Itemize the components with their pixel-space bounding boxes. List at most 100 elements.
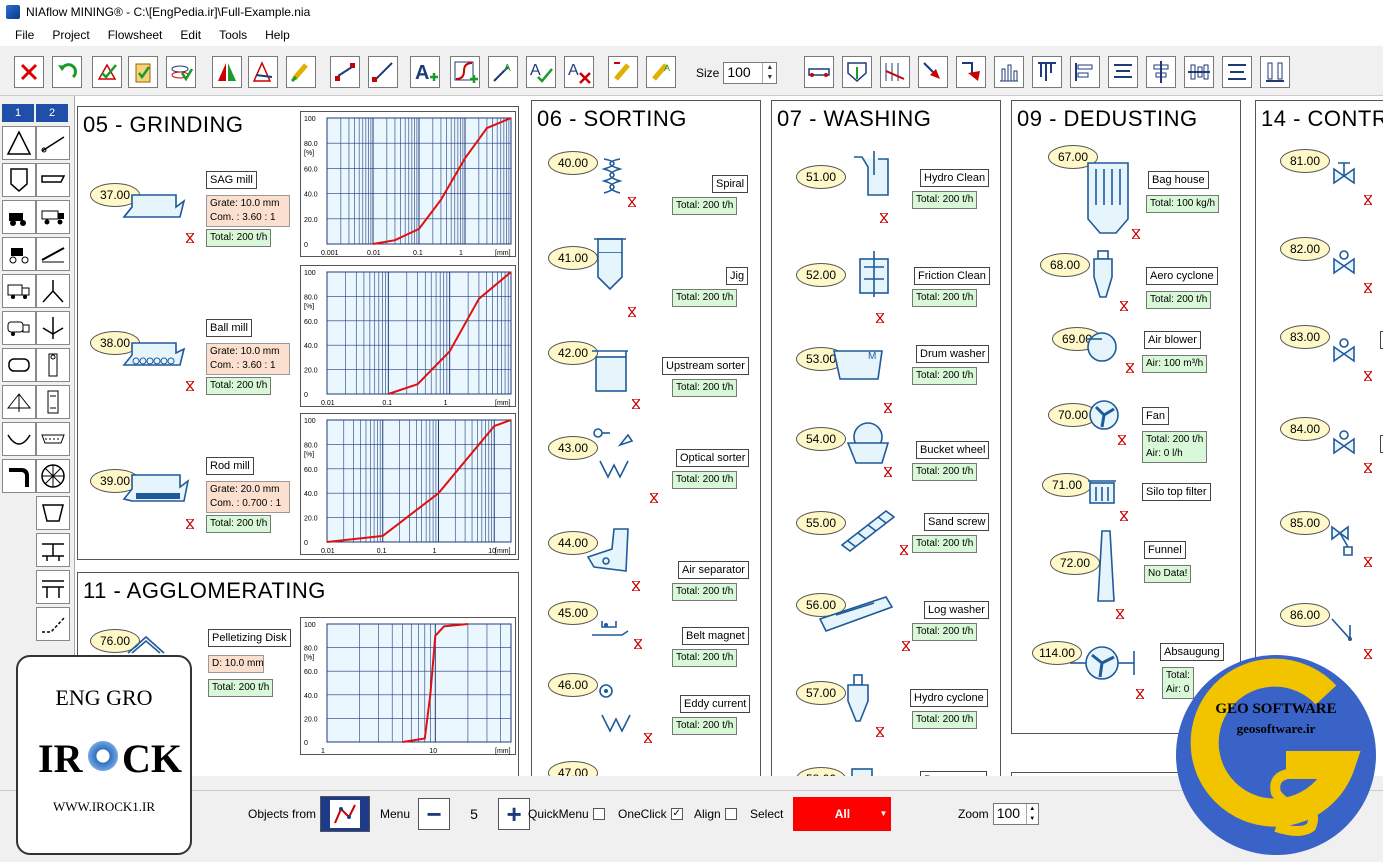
equipment-number[interactable]: 84.00	[1280, 417, 1330, 441]
equipment-total[interactable]: Total: 200 t/h	[912, 711, 978, 729]
equipment-total[interactable]: Total: 200 t/h	[672, 379, 738, 397]
brush-button[interactable]	[286, 56, 316, 88]
comb-button[interactable]	[1032, 56, 1062, 88]
equipment-number[interactable]: 85.00	[1280, 511, 1330, 535]
truck-tool[interactable]	[2, 274, 36, 308]
quickmenu-checkbox[interactable]	[592, 808, 605, 820]
equipment-name[interactable]: Jig	[726, 267, 749, 285]
sorting-panel[interactable]: 06 - SORTING 40.00 Spiral Total: 200 t/h 41.…	[531, 100, 761, 776]
beam-tool[interactable]	[36, 533, 70, 567]
loader-tool[interactable]	[2, 237, 36, 271]
aero-cyclone-icon[interactable]	[1092, 249, 1116, 301]
equipment-total[interactable]: Total: 200 t/h	[672, 717, 738, 735]
air-blower-icon[interactable]	[1084, 329, 1118, 363]
jig-icon[interactable]	[590, 237, 630, 293]
menu-flowsheet[interactable]: Flowsheet	[108, 28, 163, 42]
spiral-icon[interactable]	[594, 155, 634, 195]
line-button[interactable]	[368, 56, 398, 88]
grinding-panel[interactable]: 05 - GRINDING 37.00 SAG mill Grate: 10.0 mm…	[77, 106, 519, 560]
stack-check-button[interactable]	[166, 56, 196, 88]
silo-top-filter-icon[interactable]	[1086, 475, 1118, 505]
menu-project[interactable]: Project	[52, 28, 89, 42]
gantry-tool[interactable]	[36, 570, 70, 604]
equipment-name[interactable]: Funnel	[1144, 541, 1186, 559]
pump-sump-icon[interactable]	[846, 767, 876, 776]
equipment-total[interactable]: Air: 100 m³/h	[1142, 355, 1208, 373]
gate-icon[interactable]	[1330, 615, 1358, 649]
equipment-name[interactable]: Pump sump	[920, 771, 987, 776]
arrow-redo-button[interactable]	[956, 56, 986, 88]
distribute-v-button[interactable]	[1260, 56, 1290, 88]
hydro-clean-icon[interactable]	[848, 149, 892, 199]
stacker-tool[interactable]	[36, 237, 70, 271]
equipment-name[interactable]: SAG mill	[206, 171, 257, 189]
equipment-number[interactable]: 57.00	[796, 681, 846, 705]
equipment-total[interactable]: Total: 200 t/h	[206, 377, 272, 395]
align-checkbox[interactable]	[724, 808, 737, 820]
junction-tool[interactable]	[36, 311, 70, 345]
sand-screw-icon[interactable]	[838, 505, 898, 555]
equipment-name[interactable]: Log washer	[924, 601, 989, 619]
size-input[interactable]: 100 ▲ ▼	[723, 62, 778, 84]
menu-edit[interactable]: Edit	[180, 28, 201, 42]
brush-label-button[interactable]: A	[646, 56, 676, 88]
distribute-h-button[interactable]	[1184, 56, 1214, 88]
equipment-name[interactable]: Ball mill	[206, 319, 252, 337]
feeder-tool[interactable]	[36, 163, 70, 197]
washing-panel[interactable]: 07 - WASHING 51.00 Hydro Clean Total: 200 t…	[771, 100, 1001, 776]
equipment-total[interactable]: No Data!	[1144, 565, 1192, 583]
pelletizing-disk-icon[interactable]	[126, 635, 166, 655]
equipment-number[interactable]: 54.00	[796, 427, 846, 451]
spread-button[interactable]	[880, 56, 910, 88]
equipment-name[interactable]: Aero cyclone	[1146, 267, 1218, 285]
drum-washer-icon[interactable]: M	[832, 345, 884, 383]
equipment-name[interactable]: Eddy current	[680, 695, 751, 713]
equipment-name[interactable]: Hydro Clean	[920, 169, 990, 187]
palette-tab-1[interactable]: 1	[2, 104, 34, 122]
undo-button[interactable]	[52, 56, 82, 88]
equipment-number[interactable]: 82.00	[1280, 237, 1330, 261]
dump-truck-tool[interactable]	[36, 200, 70, 234]
add-label-button[interactable]: A	[488, 56, 518, 88]
size-spinner-icon[interactable]: ▲ ▼	[762, 63, 776, 83]
equipment-number[interactable]: 47.00	[548, 761, 598, 776]
menu-help[interactable]: Help	[265, 28, 290, 42]
equipment-parameters[interactable]: D: 10.0 mm	[208, 655, 264, 673]
equipment-total[interactable]: Total: 200 t/h	[912, 463, 978, 481]
pipe-tool[interactable]	[2, 459, 36, 493]
align-middle-button[interactable]	[1146, 56, 1176, 88]
control-valve-icon[interactable]	[1330, 249, 1358, 283]
mirror-button[interactable]	[212, 56, 242, 88]
equipment-total[interactable]: Total: 200 t/h	[912, 191, 978, 209]
oneclick-checkbox[interactable]: ✓	[670, 808, 683, 820]
zoom-spinner-icon[interactable]: ▲ ▼	[1025, 804, 1038, 824]
upstream-sorter-icon[interactable]	[590, 347, 630, 395]
screen-tool[interactable]	[36, 422, 70, 456]
equipment-name[interactable]: Optical sorter	[676, 449, 750, 467]
stockpile-tool[interactable]	[2, 385, 36, 419]
align-center-button[interactable]	[1108, 56, 1138, 88]
equipment-name[interactable]: Bucket wheel	[916, 441, 990, 459]
rotate-button[interactable]	[248, 56, 278, 88]
equipment-name[interactable]: Drum washer	[916, 345, 990, 363]
hydro-cyclone-icon[interactable]	[844, 673, 874, 725]
equipment-total[interactable]: Total: 200 t/h	[912, 623, 978, 641]
equipment-name[interactable]: Sand screw	[924, 513, 990, 531]
equipment-number[interactable]: 81.00	[1280, 149, 1330, 173]
equipment-number[interactable]: 58.00	[796, 767, 846, 776]
arrow-down-button[interactable]	[918, 56, 948, 88]
tanker-tool[interactable]	[2, 311, 36, 345]
air-separator-icon[interactable]	[582, 523, 632, 575]
shield-button[interactable]	[842, 56, 872, 88]
connect-button[interactable]	[330, 56, 360, 88]
ball-mill-icon[interactable]	[118, 335, 188, 375]
clipboard-check-button[interactable]	[128, 56, 158, 88]
equipment-name[interactable]: Friction Clean	[914, 267, 990, 285]
add-curve-button[interactable]	[450, 56, 480, 88]
equipment-total[interactable]: Total: 200 t/h	[672, 197, 738, 215]
equipment-total[interactable]: Total: 200 t/h	[1146, 291, 1212, 309]
zoom-input[interactable]: 100 ▲ ▼	[992, 803, 1039, 825]
equipment-name[interactable]: Belt magnet	[682, 627, 749, 645]
add-text-button[interactable]: A	[410, 56, 440, 88]
bucket-wheel-icon[interactable]	[842, 421, 894, 467]
